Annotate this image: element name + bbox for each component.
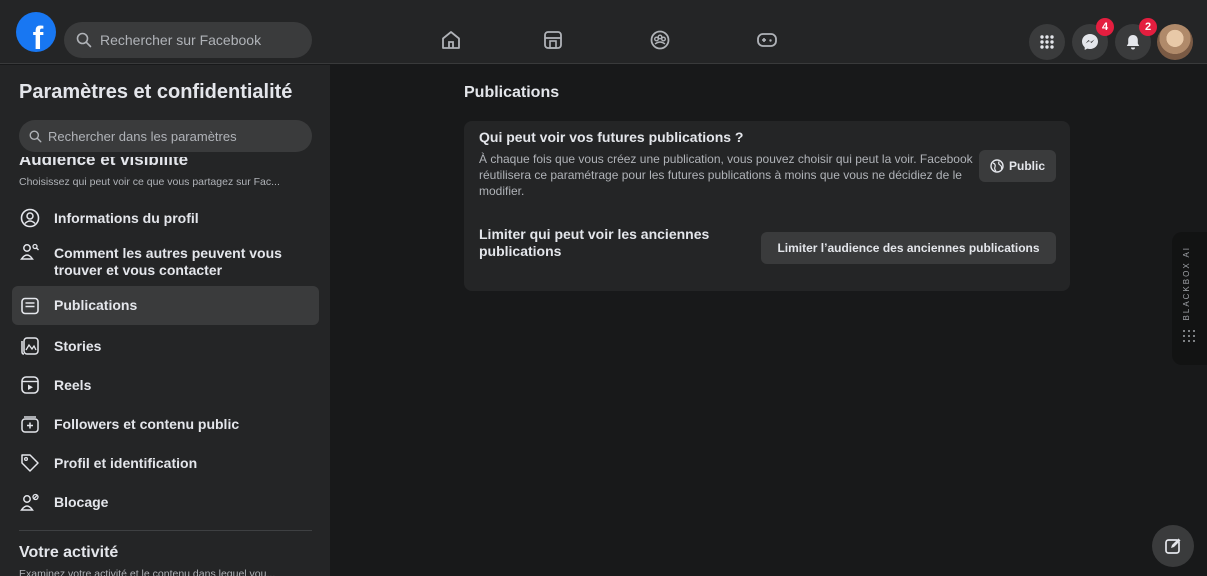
- bell-icon: [1126, 35, 1140, 50]
- new-message-button[interactable]: [1152, 525, 1194, 567]
- messenger-button[interactable]: 4: [1072, 18, 1114, 60]
- page-title: Publications: [464, 84, 560, 101]
- sidebar-item-label: Publications: [54, 297, 138, 313]
- notifications-button[interactable]: 2: [1115, 18, 1157, 60]
- sidebar-item-followers[interactable]: Followers et contenu public: [12, 408, 319, 440]
- sidebar-title: Paramètres et confidentialité: [19, 81, 293, 103]
- reels-icon: [19, 374, 41, 396]
- search-icon: [76, 32, 92, 48]
- publications-settings-card: Qui peut voir vos futures publications ?…: [464, 121, 1070, 291]
- notifications-badge: 2: [1139, 18, 1157, 36]
- sidebar-item-tags[interactable]: Profil et identification: [12, 447, 319, 479]
- section-description: Choisissez qui peut voir ce que vous par…: [19, 176, 280, 188]
- grid-icon: [1040, 35, 1054, 49]
- tag-icon: [19, 452, 41, 474]
- sidebar-item-label: Blocage: [54, 493, 109, 510]
- sidebar-item-profile-info[interactable]: Informations du profil: [12, 202, 319, 234]
- sidebar-item-label: Comment les autres peuvent vous trouver …: [54, 245, 282, 278]
- stories-icon: [19, 335, 41, 357]
- profile-avatar[interactable]: [1157, 24, 1193, 60]
- sidebar-item-label: Followers et contenu public: [54, 415, 240, 432]
- sidebar-item-label: Reels: [54, 376, 92, 393]
- activity-section-title: Votre activité: [19, 544, 119, 561]
- section-title-clip: Audience et visibilité: [19, 157, 312, 169]
- sidebar-item-stories[interactable]: Stories: [12, 330, 319, 362]
- activity-section-description: Examinez votre activité et le contenu da…: [19, 568, 276, 576]
- people-search-icon: [19, 241, 41, 263]
- facebook-logo[interactable]: f: [16, 12, 56, 52]
- audience-public-label: Public: [1008, 159, 1045, 173]
- top-navigation-bar: f Rechercher sur Facebook 4 2: [0, 0, 1207, 64]
- facebook-search-input[interactable]: Rechercher sur Facebook: [64, 22, 312, 58]
- groups-icon[interactable]: [648, 28, 672, 52]
- posts-icon: [19, 295, 41, 317]
- messenger-icon: [1082, 34, 1098, 50]
- sidebar-divider: [19, 530, 312, 531]
- future-posts-description: À chaque fois que vous créez une publica…: [479, 152, 973, 198]
- gaming-icon[interactable]: [755, 28, 779, 52]
- facebook-search-placeholder: Rechercher sur Facebook: [100, 32, 262, 48]
- limit-old-posts-title: Limiter qui peut voir les anciennes publ…: [479, 226, 710, 259]
- followers-icon: [19, 413, 41, 435]
- settings-search-placeholder: Rechercher dans les paramètres: [48, 128, 237, 144]
- profile-icon: [19, 207, 41, 229]
- facebook-logo-letter: f: [32, 20, 44, 52]
- audience-public-button[interactable]: Public: [979, 150, 1056, 182]
- block-icon: [19, 491, 41, 513]
- sidebar-item-blocking[interactable]: Blocage: [12, 486, 319, 518]
- sidebar-item-label: Profil et identification: [54, 454, 198, 471]
- limit-old-posts-button[interactable]: Limiter l’audience des anciennes publica…: [761, 232, 1056, 264]
- blackbox-ai-tab[interactable]: BLACKBOX AI: [1172, 232, 1207, 365]
- marketplace-icon[interactable]: [541, 28, 565, 52]
- sidebar-item-publications[interactable]: Publications: [12, 286, 319, 325]
- future-posts-title: Qui peut voir vos futures publications ?: [479, 129, 744, 145]
- messenger-badge: 4: [1096, 18, 1114, 36]
- settings-sidebar: Paramètres et confidentialité Rechercher…: [0, 65, 330, 576]
- sidebar-item-find-contact[interactable]: Comment les autres peuvent vous trouver …: [12, 241, 319, 281]
- menu-button[interactable]: [1029, 24, 1065, 60]
- compose-icon: [1165, 538, 1181, 554]
- sidebar-item-reels[interactable]: Reels: [12, 369, 319, 401]
- search-icon: [29, 130, 42, 143]
- blackbox-ai-label: BLACKBOX AI: [1182, 246, 1191, 321]
- settings-search-input[interactable]: Rechercher dans les paramètres: [19, 120, 312, 152]
- blackbox-logo-icon: [1183, 330, 1195, 342]
- home-icon[interactable]: [439, 28, 463, 52]
- sidebar-item-label: Informations du profil: [54, 209, 199, 226]
- section-title: Audience et visibilité: [19, 157, 189, 169]
- sidebar-item-label: Stories: [54, 337, 102, 354]
- globe-icon: [990, 159, 1004, 173]
